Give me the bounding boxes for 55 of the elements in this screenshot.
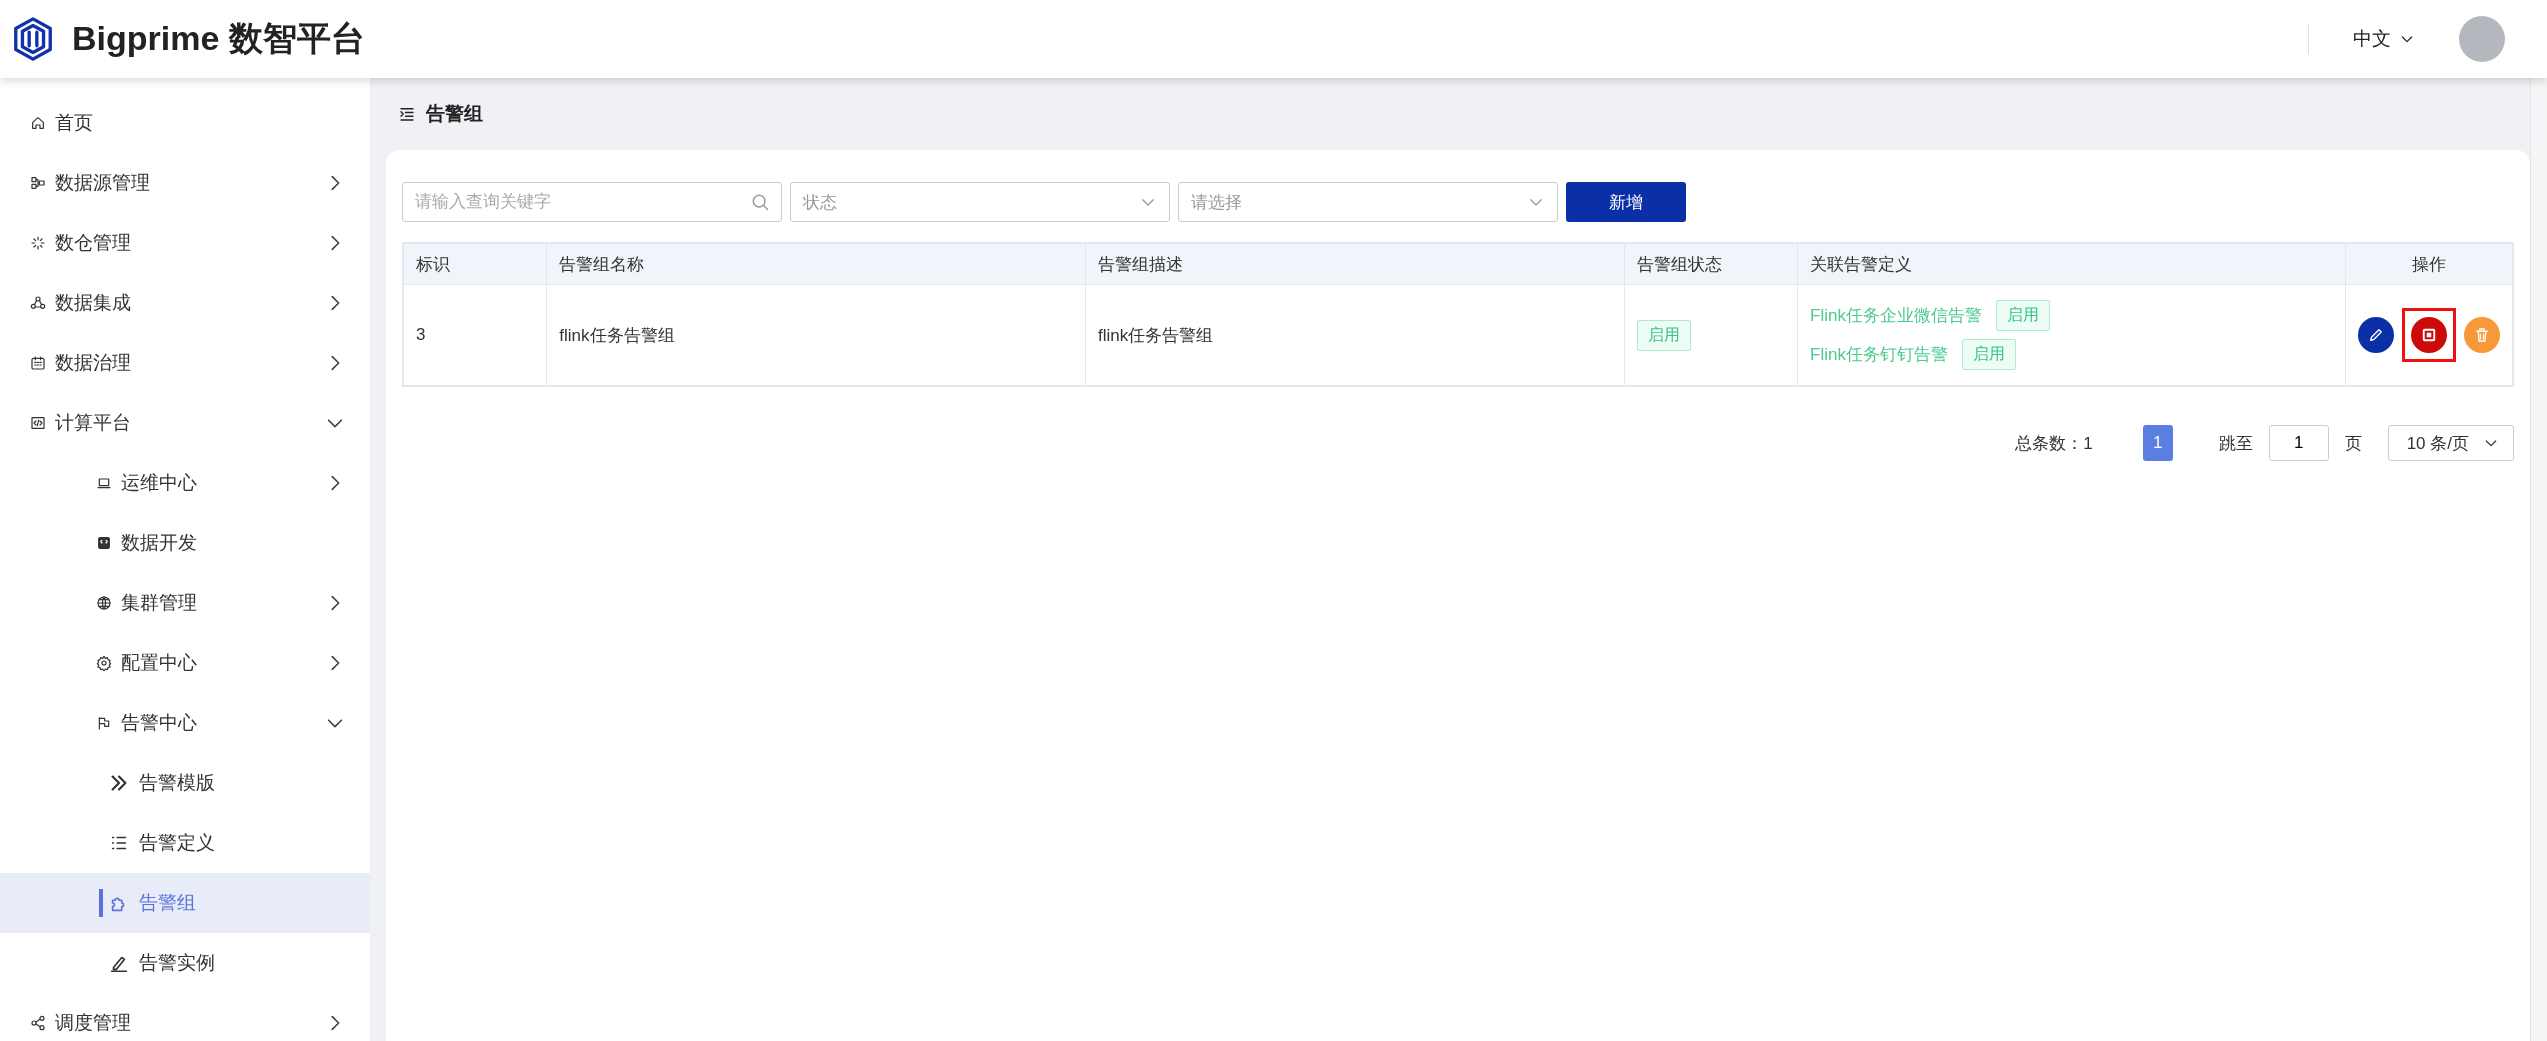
add-button[interactable]: 新增 <box>1566 182 1686 222</box>
sidebar-item[interactable]: 集群管理 <box>0 573 370 633</box>
sidebar-item[interactable]: 配置中心 <box>0 633 370 693</box>
column-header: 标识 <box>403 243 547 285</box>
share-icon <box>30 1015 46 1031</box>
status-tag: 启用 <box>1961 339 2016 370</box>
sidebar-item[interactable]: 运维中心 <box>0 453 370 513</box>
brand-title: Bigprime 数智平台 <box>72 18 365 59</box>
status-tag: 启用 <box>1995 300 2050 331</box>
code-file-icon <box>96 535 112 551</box>
search-icon <box>750 192 770 212</box>
flag-icon <box>96 715 112 731</box>
jump-label: 跳至 <box>2218 432 2253 455</box>
calendar-icon <box>30 355 46 371</box>
total-count: 总条数：1 <box>2015 432 2093 455</box>
page-jump-field[interactable]: 1 <box>2268 425 2329 461</box>
sidebar-item[interactable]: 数据集成 <box>0 273 370 333</box>
sidebar-item[interactable]: 数据源管理 <box>0 153 370 213</box>
stop-button[interactable] <box>2411 317 2447 353</box>
sidebar-item[interactable]: 告警模版 <box>0 753 370 813</box>
page-unit: 页 <box>2344 432 2362 455</box>
edit-button[interactable] <box>2358 317 2394 353</box>
sidebar-item[interactable]: 数据治理 <box>0 333 370 393</box>
stop-icon <box>2420 326 2438 344</box>
column-header: 告警组名称 <box>546 243 1086 285</box>
sidebar-item[interactable]: 告警中心 <box>0 693 370 753</box>
page-title: 告警组 <box>426 102 483 126</box>
sidebar-item[interactable]: 计算平台 <box>0 393 370 453</box>
sidebar-item[interactable]: 告警定义 <box>0 813 370 873</box>
triangle-circles-icon <box>30 295 46 311</box>
column-header: 告警组状态 <box>1624 243 1798 285</box>
status-tag: 启用 <box>1636 319 1691 351</box>
house-icon <box>30 115 46 131</box>
sidebar-item[interactable]: 调度管理 <box>0 993 370 1041</box>
column-header: 操作 <box>2345 243 2513 285</box>
sidebar-item[interactable]: 告警组 <box>0 873 370 933</box>
trash-icon <box>2473 326 2491 344</box>
laptop-icon <box>96 475 112 491</box>
sidebar-item[interactable]: 告警实例 <box>0 933 370 993</box>
globe-icon <box>96 595 112 611</box>
nodes-icon <box>30 175 46 191</box>
sidebar-item[interactable]: 数仓管理 <box>0 213 370 273</box>
sidebar-item[interactable]: 首页 <box>0 93 370 153</box>
code-window-icon <box>30 415 46 431</box>
search-field[interactable]: 请输入查询关键字 <box>402 182 782 222</box>
gear-icon <box>96 655 112 671</box>
indent-icon <box>398 105 416 123</box>
sidebar-item[interactable]: 数据开发 <box>0 513 370 573</box>
page-size-select[interactable]: 10 条/页 <box>2387 425 2514 461</box>
column-header: 告警组描述 <box>1085 243 1625 285</box>
column-header: 关联告警定义 <box>1797 243 2346 285</box>
pencil-icon <box>2367 326 2385 344</box>
language-dropdown[interactable]: 中文 <box>2353 26 2415 52</box>
page-number[interactable]: 1 <box>2142 425 2173 461</box>
sparkle-icon <box>30 235 46 251</box>
